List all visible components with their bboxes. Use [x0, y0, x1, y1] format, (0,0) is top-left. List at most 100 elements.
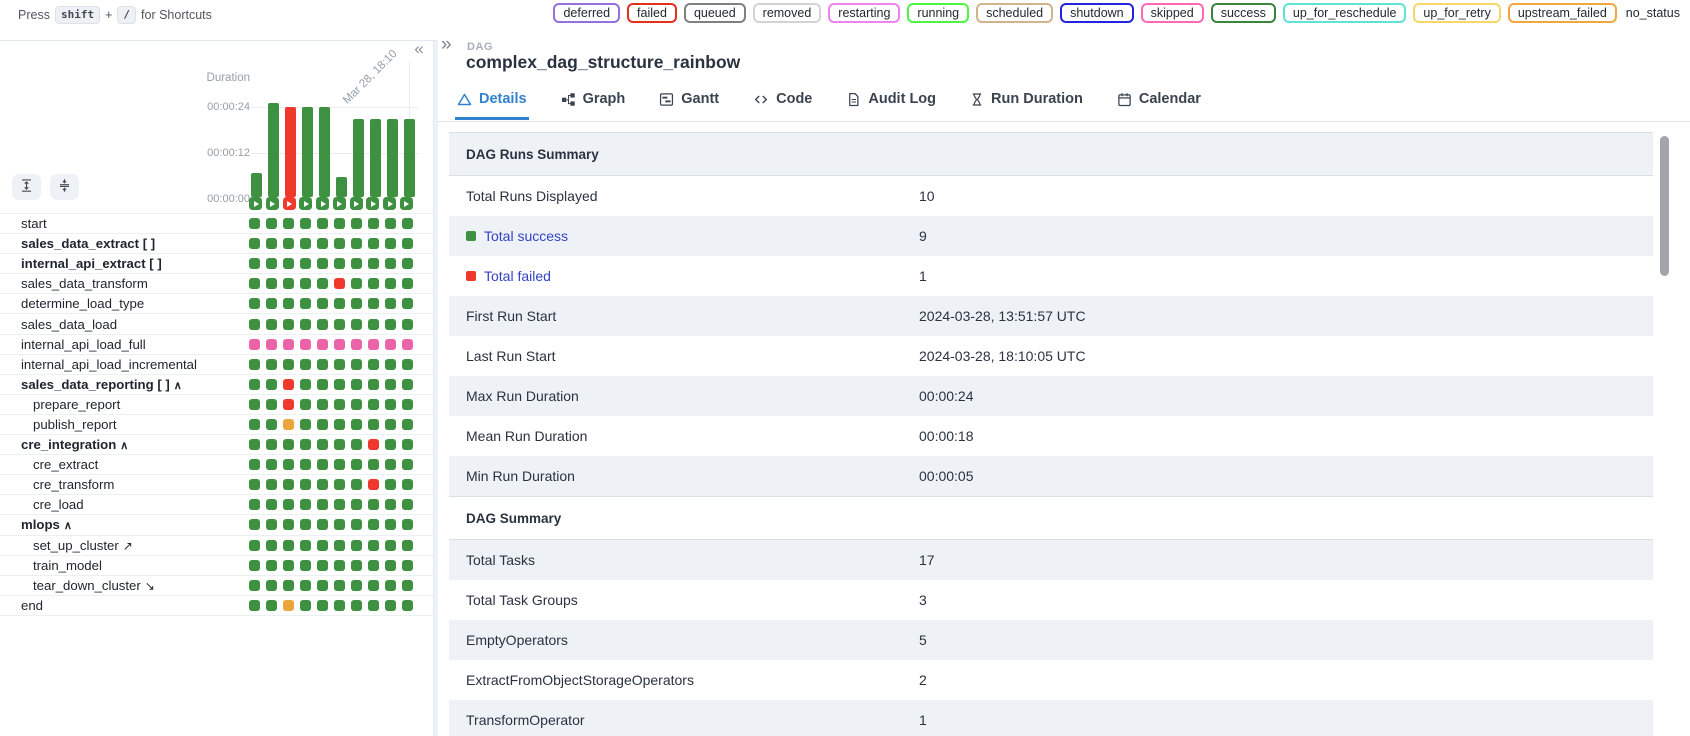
task-instance-square-success[interactable]: [402, 258, 413, 269]
task-instance-square-success[interactable]: [317, 439, 328, 450]
task-instance-square-success[interactable]: [402, 278, 413, 289]
legend-badge-success[interactable]: success: [1211, 3, 1276, 23]
task-instance-square-success[interactable]: [249, 319, 260, 330]
task-instance-square-success[interactable]: [317, 238, 328, 249]
task-instance-square-success[interactable]: [249, 419, 260, 430]
task-instance-square-success[interactable]: [368, 600, 379, 611]
detail-label-link[interactable]: Total success: [484, 228, 568, 244]
legend-badge-no_status[interactable]: no_status: [1624, 5, 1682, 21]
task-row-label[interactable]: internal_api_load_full: [0, 337, 249, 352]
detail-label-link[interactable]: Total failed: [484, 268, 551, 284]
task-row-label[interactable]: publish_report: [0, 417, 249, 432]
task-instance-square-success[interactable]: [402, 298, 413, 309]
task-instance-square-success[interactable]: [368, 379, 379, 390]
task-instance-square-success[interactable]: [249, 298, 260, 309]
task-instance-square-success[interactable]: [368, 560, 379, 571]
legend-badge-removed[interactable]: removed: [753, 3, 822, 23]
task-instance-square-success[interactable]: [351, 439, 362, 450]
task-instance-square-success[interactable]: [368, 298, 379, 309]
tab-gantt[interactable]: Gantt: [657, 88, 721, 120]
task-instance-square-success[interactable]: [249, 540, 260, 551]
legend-badge-upstream_failed[interactable]: upstream_failed: [1508, 3, 1617, 23]
task-instance-square-success[interactable]: [266, 459, 277, 470]
task-instance-square-success[interactable]: [368, 399, 379, 410]
task-instance-square-success[interactable]: [317, 298, 328, 309]
task-instance-square-success[interactable]: [317, 419, 328, 430]
task-instance-square-success[interactable]: [300, 419, 311, 430]
task-instance-square-success[interactable]: [402, 319, 413, 330]
task-row-label[interactable]: sales_data_extract [ ]: [0, 236, 249, 251]
task-instance-square-skipped[interactable]: [266, 339, 277, 350]
task-instance-square-success[interactable]: [334, 359, 345, 370]
run-duration-bar[interactable]: [251, 173, 262, 197]
legend-badge-failed[interactable]: failed: [627, 3, 677, 23]
dag-run-status-square[interactable]: [350, 197, 363, 210]
dag-run-status-square[interactable]: [366, 197, 379, 210]
task-instance-square-success[interactable]: [402, 379, 413, 390]
task-instance-square-success[interactable]: [385, 560, 396, 571]
run-duration-bar[interactable]: [404, 119, 415, 197]
task-instance-square-success[interactable]: [249, 218, 260, 229]
task-instance-square-success[interactable]: [402, 459, 413, 470]
task-instance-square-success[interactable]: [334, 580, 345, 591]
task-row-label[interactable]: set_up_cluster↗: [0, 538, 249, 553]
task-instance-square-success[interactable]: [385, 519, 396, 530]
task-instance-square-success[interactable]: [300, 560, 311, 571]
task-instance-square-success[interactable]: [385, 298, 396, 309]
task-instance-square-success[interactable]: [385, 278, 396, 289]
task-instance-square-success[interactable]: [300, 499, 311, 510]
task-instance-square-success[interactable]: [317, 399, 328, 410]
run-duration-bar[interactable]: [336, 177, 347, 197]
task-instance-square-success[interactable]: [317, 600, 328, 611]
tab-audit-log[interactable]: Audit Log: [844, 88, 938, 120]
task-instance-square-success[interactable]: [385, 399, 396, 410]
task-instance-square-success[interactable]: [249, 459, 260, 470]
task-instance-square-skipped[interactable]: [334, 339, 345, 350]
task-instance-square-success[interactable]: [266, 278, 277, 289]
task-instance-square-success[interactable]: [402, 560, 413, 571]
task-instance-square-success[interactable]: [351, 359, 362, 370]
task-instance-square-success[interactable]: [334, 540, 345, 551]
task-instance-square-success[interactable]: [334, 519, 345, 530]
task-row-label[interactable]: cre_integration∧: [0, 437, 249, 452]
task-instance-square-skipped[interactable]: [402, 339, 413, 350]
legend-badge-up_for_reschedule[interactable]: up_for_reschedule: [1283, 3, 1407, 23]
task-instance-square-failed[interactable]: [334, 278, 345, 289]
task-instance-square-success[interactable]: [368, 419, 379, 430]
task-instance-square-success[interactable]: [334, 298, 345, 309]
task-instance-square-success[interactable]: [334, 319, 345, 330]
run-duration-bar[interactable]: [268, 103, 279, 197]
task-instance-square-success[interactable]: [300, 399, 311, 410]
task-instance-square-success[interactable]: [317, 499, 328, 510]
task-instance-square-success[interactable]: [266, 238, 277, 249]
task-instance-square-success[interactable]: [334, 560, 345, 571]
task-instance-square-success[interactable]: [300, 519, 311, 530]
task-instance-square-success[interactable]: [266, 519, 277, 530]
dag-run-status-square[interactable]: [400, 197, 413, 210]
task-instance-square-success[interactable]: [317, 359, 328, 370]
task-instance-square-success[interactable]: [351, 218, 362, 229]
task-instance-square-success[interactable]: [385, 218, 396, 229]
task-instance-square-success[interactable]: [385, 600, 396, 611]
tab-graph[interactable]: Graph: [559, 88, 628, 120]
task-instance-square-success[interactable]: [334, 238, 345, 249]
task-instance-square-success[interactable]: [351, 399, 362, 410]
task-instance-square-success[interactable]: [300, 218, 311, 229]
task-row-label[interactable]: train_model: [0, 558, 249, 573]
task-instance-square-success[interactable]: [266, 319, 277, 330]
task-instance-square-success[interactable]: [249, 600, 260, 611]
task-instance-square-success[interactable]: [351, 238, 362, 249]
task-instance-square-success[interactable]: [402, 419, 413, 430]
task-instance-square-success[interactable]: [266, 439, 277, 450]
task-instance-square-success[interactable]: [266, 540, 277, 551]
task-instance-square-success[interactable]: [249, 359, 260, 370]
task-instance-square-success[interactable]: [283, 519, 294, 530]
dag-run-status-square[interactable]: [333, 197, 346, 210]
task-row-label[interactable]: sales_data_reporting [ ]∧: [0, 377, 249, 392]
task-row-label[interactable]: sales_data_transform: [0, 276, 249, 291]
task-instance-square-success[interactable]: [249, 580, 260, 591]
task-instance-square-success[interactable]: [317, 459, 328, 470]
task-instance-square-failed[interactable]: [368, 479, 379, 490]
task-instance-square-success[interactable]: [300, 459, 311, 470]
tab-code[interactable]: Code: [751, 88, 814, 120]
